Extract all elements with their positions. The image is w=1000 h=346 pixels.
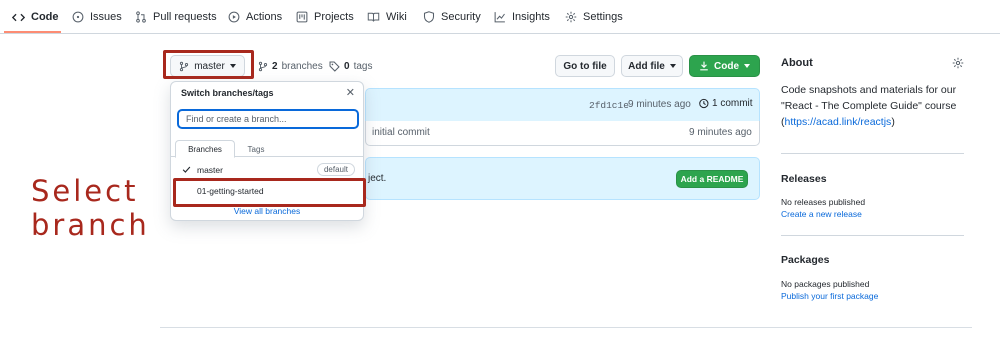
tab-tags[interactable]: Tags [241, 140, 271, 158]
tab-settings[interactable]: Settings [564, 0, 623, 34]
tags-count: 0 [344, 60, 350, 72]
gear-icon [564, 11, 577, 24]
branch-search-input[interactable]: Find or create a branch... [177, 109, 359, 129]
branch-item-label: master [197, 165, 223, 175]
no-releases-text: No releases published [781, 197, 866, 207]
dropdown-tabs: Branches Tags [171, 140, 363, 158]
tab-code[interactable]: Code [12, 0, 59, 34]
view-all-branches-link[interactable]: View all branches [171, 206, 363, 216]
tab-actions[interactable]: Actions [227, 0, 282, 34]
code-button-label: Code [714, 60, 739, 72]
commit-hash[interactable]: 2fd1c1e [589, 100, 629, 111]
go-to-file-button[interactable]: Go to file [555, 55, 615, 77]
download-icon [699, 61, 709, 71]
file-commit-message[interactable]: initial commit [372, 127, 430, 138]
branch-item-master[interactable]: master default [171, 160, 363, 180]
readme-prompt-text: ject. [368, 173, 387, 184]
tab-security[interactable]: Security [422, 0, 481, 34]
no-packages-text: No packages published [781, 279, 870, 289]
tab-label: Code [31, 11, 59, 23]
repo-nav: Code Issues Pull requests Actions Projec… [0, 0, 1000, 34]
tab-label: Security [441, 11, 481, 23]
tab-issues[interactable]: Issues [71, 0, 122, 34]
graph-icon [493, 11, 506, 24]
dropdown-title: Switch branches/tags [181, 88, 274, 98]
releases-title[interactable]: Releases [781, 173, 827, 185]
history-icon [698, 98, 709, 109]
footer-divider [160, 327, 972, 328]
go-to-file-label: Go to file [563, 60, 607, 72]
link-paren-close: ) [891, 116, 895, 128]
sidebar-divider [781, 153, 964, 154]
tab-wiki[interactable]: Wiki [367, 0, 407, 34]
tab-label: Actions [246, 11, 283, 23]
branch-item-highlight [173, 178, 366, 207]
packages-title[interactable]: Packages [781, 254, 829, 266]
tab-label: Issues [90, 11, 122, 23]
tab-pull-requests[interactable]: Pull requests [134, 0, 217, 34]
commit-time: 9 minutes ago [628, 99, 691, 110]
tab-label: Insights [512, 11, 550, 23]
tags-link[interactable]: 0 tags [329, 58, 372, 74]
tags-label: tags [353, 60, 373, 72]
gear-icon[interactable] [952, 57, 964, 69]
add-file-label: Add file [628, 60, 665, 72]
tab-label: Projects [314, 11, 354, 23]
readme-prompt: ject. Add a README [365, 157, 760, 200]
annotation-label: Select branch [31, 174, 150, 242]
tab-branches[interactable]: Branches [175, 140, 235, 158]
latest-commit-bar: 2fd1c1e 9 minutes ago 1 commit [365, 88, 760, 122]
code-button[interactable]: Code [689, 55, 760, 77]
publish-package-link[interactable]: Publish your first package [781, 291, 878, 301]
shield-icon [422, 11, 435, 24]
tab-label: Wiki [386, 11, 407, 23]
branches-label: branches [281, 60, 323, 72]
about-description: Code snapshots and materials for our "Re… [781, 82, 971, 130]
chevron-down-icon [669, 64, 676, 68]
add-file-button[interactable]: Add file [621, 55, 683, 77]
branch-icon [258, 61, 268, 72]
tab-label: Settings [583, 11, 623, 23]
about-title: About [781, 57, 813, 69]
homepage-link[interactable]: https://acad.link/reactjs [785, 116, 892, 128]
close-icon[interactable]: ✕ [346, 86, 355, 99]
tab-insights[interactable]: Insights [493, 0, 550, 34]
tag-icon [329, 61, 340, 72]
add-readme-button[interactable]: Add a README [676, 170, 748, 188]
annotation-line-2: branch [31, 208, 150, 242]
code-icon [12, 11, 25, 24]
sidebar-divider [781, 235, 964, 236]
branches-count: 2 [272, 60, 278, 72]
active-tab-indicator [4, 31, 61, 33]
branch-button-highlight [163, 50, 254, 79]
file-commit-time: 9 minutes ago [689, 127, 752, 138]
file-row: initial commit 9 minutes ago [365, 121, 760, 146]
commit-count-link[interactable]: 1 commit [698, 98, 753, 109]
create-release-link[interactable]: Create a new release [781, 209, 862, 219]
branch-search-placeholder: Find or create a branch... [186, 114, 287, 124]
check-icon [182, 165, 191, 174]
chevron-down-icon [744, 64, 750, 68]
tab-projects[interactable]: Projects [295, 0, 354, 34]
pull-request-icon [134, 11, 147, 24]
commit-count: 1 commit [712, 98, 753, 109]
about-description-text: Code snapshots and materials for our "Re… [781, 84, 957, 112]
play-icon [227, 11, 240, 24]
issue-icon [71, 11, 84, 24]
tab-label: Pull requests [153, 11, 217, 23]
project-icon [295, 11, 308, 24]
book-icon [367, 11, 380, 24]
default-badge: default [316, 163, 355, 176]
branches-link[interactable]: 2 branches [258, 58, 323, 74]
annotation-line-1: Select [31, 174, 139, 208]
add-readme-label: Add a README [680, 174, 744, 184]
